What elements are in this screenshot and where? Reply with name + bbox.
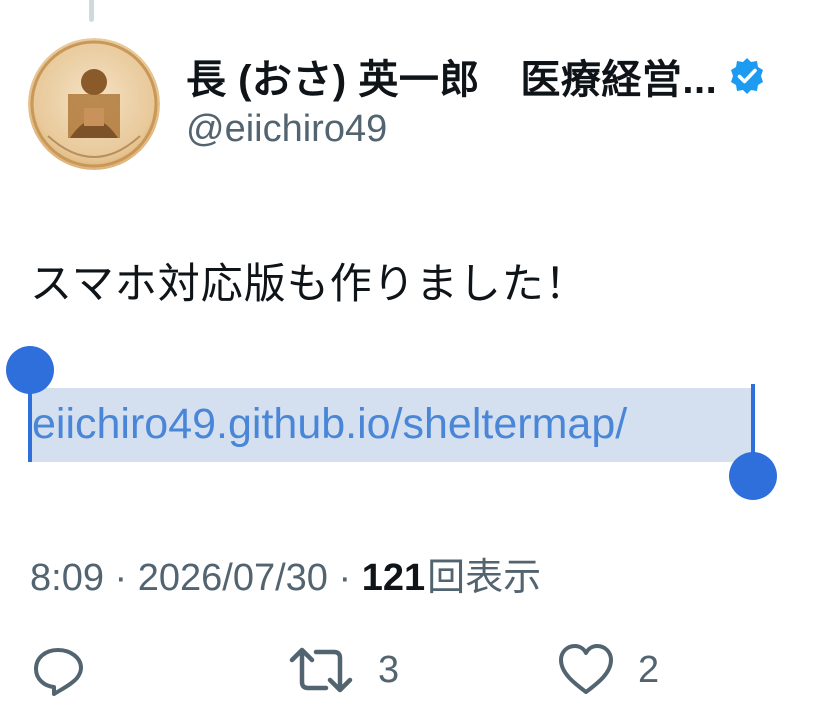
retweet-icon: [289, 647, 353, 693]
author-name-row[interactable]: 長 (おさ) 英一郎 医療経営...: [186, 48, 767, 104]
tweet-meta: 8:09 · 2026/07/30 · 121 回表示: [30, 546, 541, 601]
retweet-count: 3: [378, 648, 400, 691]
selection-end-caret: [751, 384, 755, 462]
tweet-time[interactable]: 8:09: [30, 557, 104, 600]
verified-badge-icon: [727, 56, 767, 96]
like-count: 2: [638, 648, 660, 691]
selection-end-handle[interactable]: [729, 452, 777, 500]
author-display-name[interactable]: 長 (おさ) 英一郎 医療経営...: [186, 47, 717, 105]
selection-start-caret: [28, 384, 32, 462]
views-label: 回表示: [427, 557, 542, 599]
selection-start-handle[interactable]: [6, 346, 54, 394]
thread-connector-line: [89, 0, 94, 22]
tweet-date[interactable]: 2026/07/30: [138, 557, 328, 600]
meta-separator: ·: [103, 557, 138, 599]
like-button[interactable]: 2: [556, 640, 659, 700]
retweet-button[interactable]: 3: [286, 640, 399, 700]
reply-button[interactable]: [30, 640, 86, 700]
avatar[interactable]: [28, 38, 160, 170]
views-count[interactable]: 121: [362, 557, 425, 600]
author-handle[interactable]: @eiichiro49: [186, 108, 387, 151]
avatar-image: [28, 38, 160, 170]
speech-bubble-icon: [34, 648, 83, 696]
tweet-link[interactable]: eiichiro49.github.io/sheltermap/: [32, 396, 627, 452]
heart-icon: [559, 644, 613, 694]
tweet-actions-bar: 3 2: [0, 640, 819, 700]
tweet-text: スマホ対応版も作りました！: [30, 260, 588, 307]
meta-separator: ·: [327, 557, 362, 599]
